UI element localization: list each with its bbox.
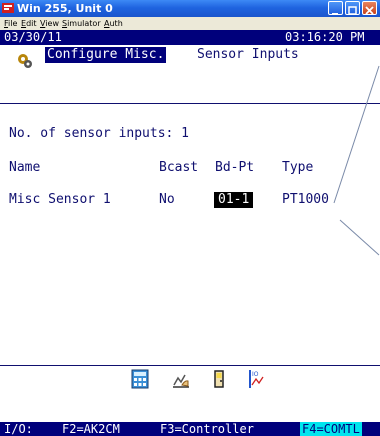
menu-simulator[interactable]: Simulator (62, 17, 101, 30)
header-type: Type (282, 160, 314, 175)
sensor-bd-pt-field[interactable]: 01-1 (214, 192, 254, 208)
divider (0, 365, 380, 366)
close-icon (365, 6, 374, 15)
calculator-icon[interactable] (131, 369, 149, 389)
screen-title: Sensor Inputs (197, 47, 299, 62)
f4-key[interactable]: F4=COMTL (300, 422, 362, 436)
f3-key[interactable]: F3=Controller (160, 422, 254, 436)
maximize-icon (348, 6, 357, 15)
status-date: 03/30/11 (4, 30, 62, 44)
app-icon (2, 3, 14, 13)
sensor-count: No. of sensor inputs: 1 (9, 126, 190, 141)
sensor-name-field[interactable]: Misc Sensor 1 (9, 192, 111, 208)
title-bar[interactable]: Win 255, Unit 0 (0, 0, 380, 17)
menu-auth-label: uth (109, 19, 123, 28)
io-label: I/O: (4, 422, 33, 436)
window-title: Win 255, Unit 0 (17, 2, 113, 15)
menu-edit-label: dit (26, 19, 37, 28)
header-name: Name (9, 160, 41, 175)
menu-file-label: ile (8, 19, 18, 28)
status-bar: 03/30/11 03:16:20 PM (0, 30, 380, 45)
svg-text:IO: IO (252, 371, 259, 378)
menu-bar: File Edit View Simulator Auth (0, 17, 380, 30)
menu-file[interactable]: File (4, 17, 17, 30)
header-bcast: Bcast (159, 160, 199, 175)
graph-hand-icon[interactable] (172, 369, 190, 389)
sensor-bcast-field[interactable]: No (159, 192, 175, 208)
function-key-bar: I/O: F2=AK2CM F3=Controller F4=COMTL (0, 422, 380, 436)
minimize-button[interactable] (328, 1, 343, 15)
door-icon[interactable] (210, 369, 228, 389)
gear-icon (18, 54, 32, 68)
f2-key[interactable]: F2=AK2CM (62, 422, 120, 436)
terminal-screen: 03/30/11 03:16:20 PM Configure Misc. Sen… (0, 30, 380, 436)
minimize-icon (332, 13, 338, 15)
menu-auth[interactable]: Auth (104, 17, 123, 30)
screen-title-highlight: Configure Misc. (45, 47, 167, 63)
close-button[interactable] (362, 1, 377, 15)
status-time: 03:16:20 PM (285, 30, 365, 44)
menu-view-label: iew (45, 19, 59, 28)
menu-view[interactable]: View (40, 17, 59, 30)
maximize-button[interactable] (345, 1, 360, 15)
menu-simulator-label: imulator (67, 19, 101, 28)
divider (0, 103, 380, 104)
menu-edit[interactable]: Edit (21, 17, 37, 30)
sensor-type-field[interactable]: PT1000 (282, 192, 329, 208)
header-bd-pt: Bd-Pt (215, 160, 255, 175)
io-trend-icon[interactable]: IO (247, 369, 265, 389)
